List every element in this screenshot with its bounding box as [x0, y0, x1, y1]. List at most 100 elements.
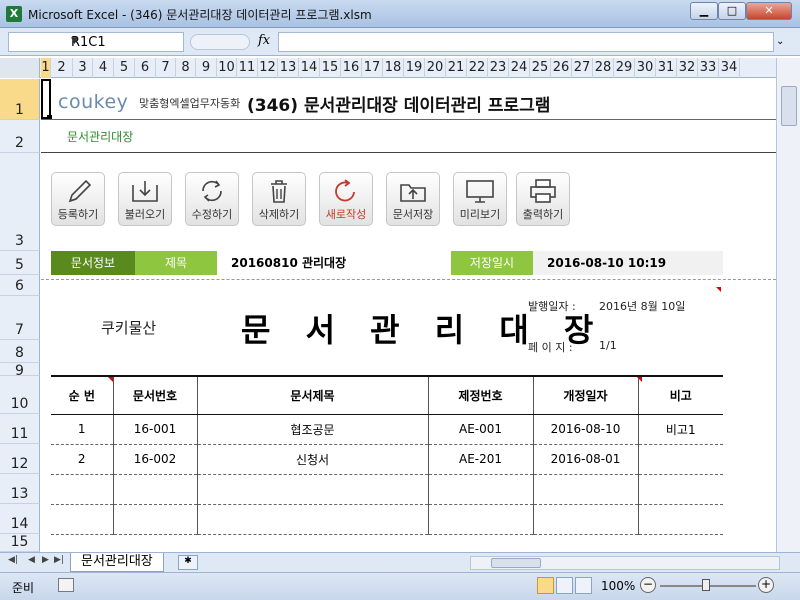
row-header[interactable]: 5	[0, 251, 40, 275]
edit-button[interactable]: 수정하기	[185, 172, 239, 226]
row-header[interactable]: 13	[0, 474, 40, 504]
column-header[interactable]: 16	[341, 58, 362, 78]
row-header[interactable]: 12	[0, 444, 40, 474]
col-remarks[interactable]: 비고	[637, 375, 723, 415]
table-row[interactable]	[51, 474, 723, 505]
sheet-tab[interactable]: 문서관리대장	[70, 553, 164, 572]
column-header[interactable]: 33	[698, 58, 719, 78]
scroll-thumb[interactable]	[781, 86, 797, 126]
first-sheet-icon[interactable]: ◀|	[8, 555, 18, 565]
table-cell[interactable]	[637, 444, 723, 475]
table-cell[interactable]	[196, 504, 428, 535]
row-header[interactable]: 7	[0, 296, 40, 340]
table-cell[interactable]: AE-201	[427, 444, 533, 475]
table-cell[interactable]: 2016-08-10	[532, 414, 638, 445]
preview-button[interactable]: 미리보기	[453, 172, 507, 226]
save-document-button[interactable]: 문서저장	[386, 172, 440, 226]
delete-button[interactable]: 삭제하기	[252, 172, 306, 226]
column-header[interactable]: 34	[719, 58, 740, 78]
table-cell[interactable]: AE-001	[427, 414, 533, 445]
table-cell[interactable]	[51, 504, 113, 535]
column-header[interactable]: 13	[278, 58, 299, 78]
register-button[interactable]: 등록하기	[51, 172, 105, 226]
col-revision-date[interactable]: 개정일자	[532, 375, 638, 415]
table-row[interactable]: 2 16-002 신청서 AE-201 2016-08-01	[51, 444, 723, 475]
column-header[interactable]: 25	[530, 58, 551, 78]
col-seq[interactable]: 순 번	[51, 375, 113, 415]
scroll-thumb[interactable]	[491, 558, 541, 568]
expand-formula-icon[interactable]: ⌄	[776, 36, 784, 47]
table-cell[interactable]: 비고1	[637, 414, 723, 445]
minimize-button[interactable]: ▁	[690, 2, 718, 20]
column-header[interactable]: 31	[656, 58, 677, 78]
table-cell[interactable]: 16-001	[112, 414, 197, 445]
formula-input[interactable]	[278, 32, 774, 52]
next-sheet-icon[interactable]: ▶	[42, 555, 49, 565]
column-header[interactable]: 6	[135, 58, 156, 78]
column-header[interactable]: 20	[425, 58, 446, 78]
print-button[interactable]: 출력하기	[516, 172, 570, 226]
column-header[interactable]: 12	[258, 58, 278, 78]
row-header[interactable]: 6	[0, 275, 40, 296]
horizontal-scrollbar[interactable]	[470, 556, 780, 570]
insert-function-icon[interactable]: fx	[258, 33, 270, 48]
page-break-view-button[interactable]	[575, 577, 592, 594]
table-cell[interactable]	[427, 474, 533, 505]
column-header[interactable]: 8	[176, 58, 196, 78]
select-all-corner[interactable]	[0, 58, 40, 78]
name-box[interactable]: R1C1 ▼	[8, 32, 184, 52]
row-header[interactable]: 9	[0, 363, 40, 379]
table-cell[interactable]	[637, 474, 723, 505]
row-header[interactable]: 15	[0, 534, 40, 552]
column-header[interactable]: 10	[217, 58, 237, 78]
column-header[interactable]: 2	[51, 58, 73, 78]
column-header[interactable]: 30	[635, 58, 656, 78]
row-header[interactable]: 8	[0, 340, 40, 363]
column-header[interactable]: 19	[404, 58, 425, 78]
column-header[interactable]: 24	[509, 58, 530, 78]
row-header[interactable]: 10	[0, 376, 40, 414]
table-cell[interactable]: 16-002	[112, 444, 197, 475]
column-header[interactable]: 21	[446, 58, 467, 78]
close-button[interactable]: ✕	[746, 2, 792, 20]
column-header[interactable]: 15	[320, 58, 341, 78]
column-header[interactable]: 14	[299, 58, 320, 78]
column-header[interactable]: 28	[593, 58, 614, 78]
row-header[interactable]: 14	[0, 504, 40, 534]
title-value[interactable]: 20160810 관리대장	[217, 251, 451, 275]
column-header[interactable]: 32	[677, 58, 698, 78]
load-button[interactable]: 불러오기	[118, 172, 172, 226]
maximize-button[interactable]: □	[718, 2, 746, 20]
col-enact-no[interactable]: 제정번호	[427, 375, 533, 415]
column-header[interactable]: 3	[73, 58, 93, 78]
table-row[interactable]: 1 16-001 협조공문 AE-001 2016-08-10 비고1	[51, 414, 723, 445]
column-header[interactable]: 5	[114, 58, 135, 78]
column-header[interactable]: 17	[362, 58, 383, 78]
column-header[interactable]: 1	[41, 58, 51, 78]
zoom-slider-thumb[interactable]	[702, 579, 710, 591]
table-cell[interactable]	[532, 504, 638, 535]
table-cell[interactable]	[112, 474, 197, 505]
table-cell[interactable]	[196, 474, 428, 505]
active-cell[interactable]	[41, 79, 51, 119]
col-doc-no[interactable]: 문서번호	[112, 375, 197, 415]
column-header[interactable]: 29	[614, 58, 635, 78]
table-cell[interactable]: 협조공문	[196, 414, 428, 445]
new-button[interactable]: 새로작성	[319, 172, 373, 226]
row-header[interactable]: 3	[0, 153, 40, 251]
column-header[interactable]: 22	[467, 58, 488, 78]
table-cell[interactable]	[427, 504, 533, 535]
last-sheet-icon[interactable]: ▶|	[54, 555, 64, 565]
column-header[interactable]: 23	[488, 58, 509, 78]
table-cell[interactable]: 신청서	[196, 444, 428, 475]
table-cell[interactable]	[51, 474, 113, 505]
table-cell[interactable]: 2016-08-01	[532, 444, 638, 475]
column-header[interactable]: 18	[383, 58, 404, 78]
column-header[interactable]: 11	[237, 58, 258, 78]
table-cell[interactable]	[637, 504, 723, 535]
column-header[interactable]: 9	[196, 58, 217, 78]
macro-record-icon[interactable]	[58, 578, 74, 592]
row-header[interactable]: 2	[0, 120, 40, 153]
table-cell[interactable]	[112, 504, 197, 535]
table-row[interactable]	[51, 504, 723, 535]
